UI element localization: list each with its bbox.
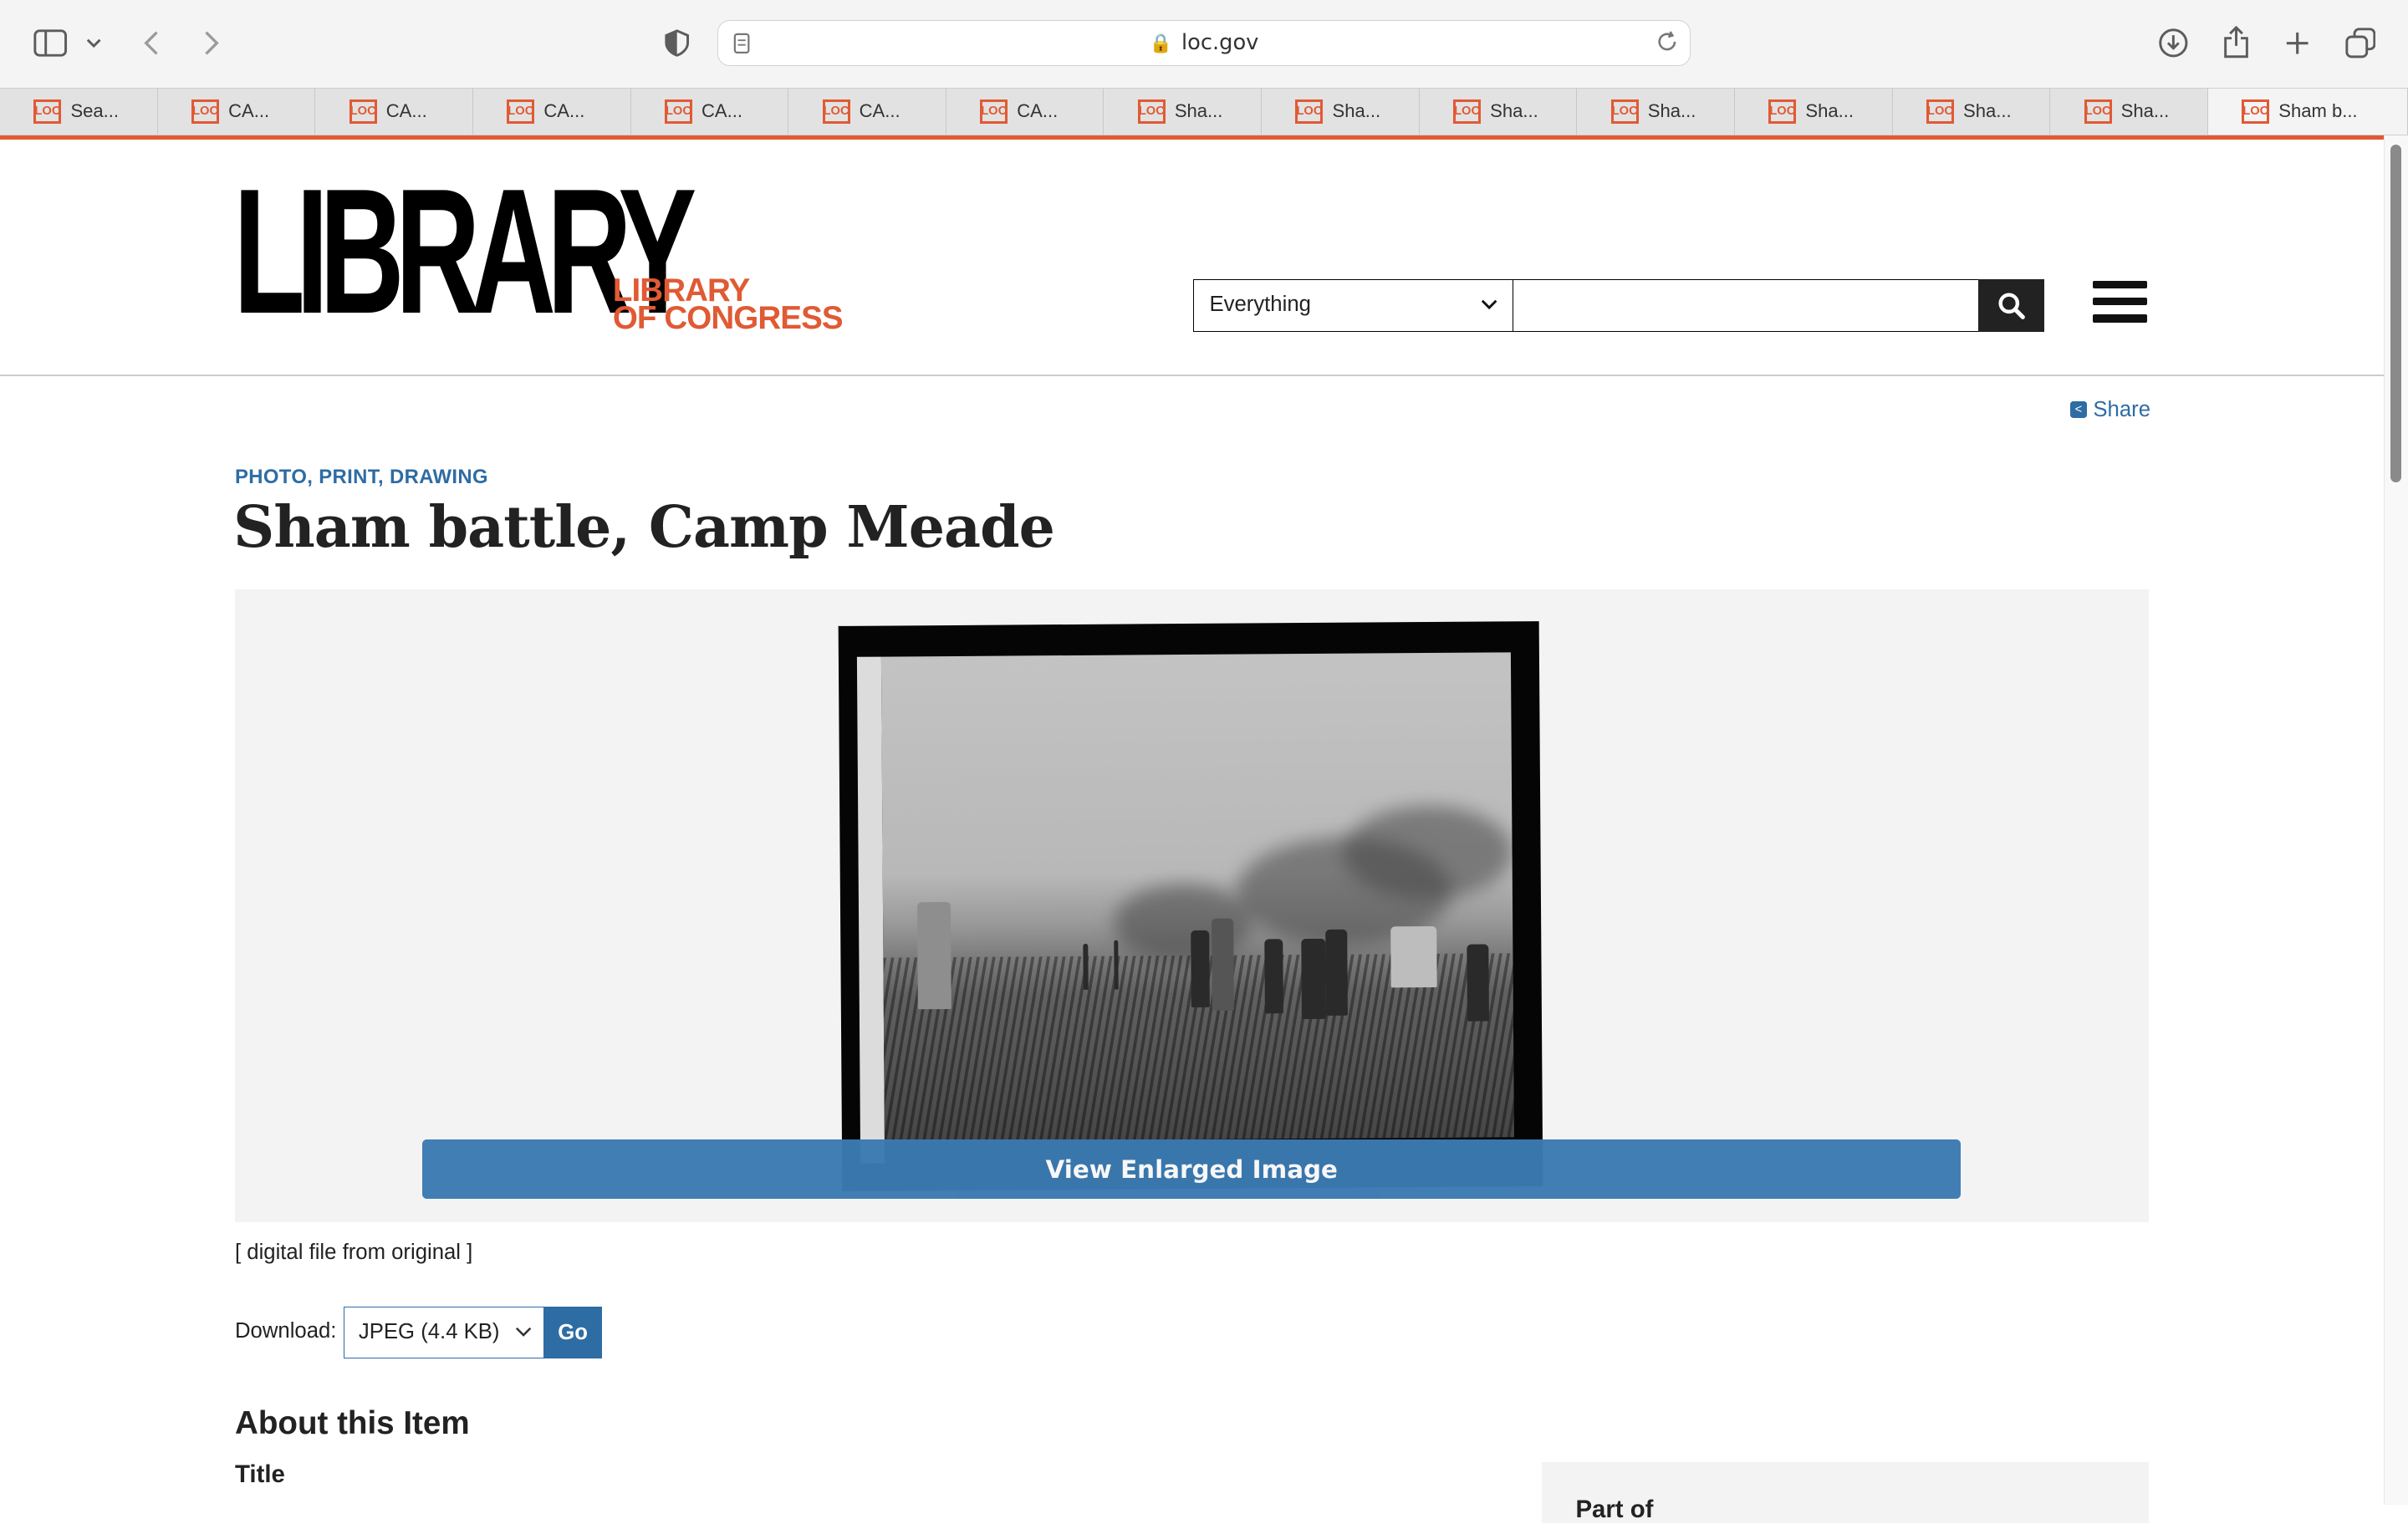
item-photo[interactable] (838, 620, 1543, 1191)
tab-label: Sham b... (2278, 100, 2358, 122)
tab-label: CA... (701, 100, 742, 122)
browser-tab[interactable]: LOC Sha... (1104, 88, 1263, 135)
back-arrow-icon[interactable] (132, 23, 172, 64)
browser-tab[interactable]: LOC CA... (946, 88, 1105, 135)
browser-tab[interactable]: LOC Sha... (1735, 88, 1893, 135)
part-of-heading: Part of (1575, 1495, 1654, 1523)
scrollbar-thumb[interactable] (2390, 144, 2401, 482)
search-input[interactable] (1513, 279, 1980, 332)
download-go-button[interactable]: Go (543, 1307, 602, 1359)
field-label-title: Title (235, 1460, 285, 1488)
negative-edge (856, 655, 885, 1164)
share-link[interactable]: < Share (2069, 397, 2150, 422)
tab-overview-icon[interactable] (2340, 23, 2380, 64)
download-format-select[interactable]: JPEG (4.4 KB) (344, 1307, 545, 1359)
tab-label: Sha... (1174, 100, 1223, 122)
view-enlarged-image-button[interactable]: View Enlarged Image (422, 1139, 1962, 1200)
share-icon: < (2069, 401, 2088, 419)
tab-label: CA... (228, 100, 270, 122)
new-tab-plus-icon[interactable] (2278, 23, 2318, 64)
tab-label: Sha... (1805, 100, 1854, 122)
loc-favicon-icon: LOC (507, 99, 535, 124)
loc-favicon-icon: LOC (1768, 99, 1797, 124)
header-divider (0, 375, 2384, 376)
forward-arrow-icon[interactable] (191, 23, 231, 64)
photo-scene (880, 651, 1515, 1142)
search-button[interactable] (1977, 279, 2044, 332)
tab-label: Sha... (1332, 100, 1381, 122)
search-icon (1998, 293, 2025, 319)
download-selected-option: JPEG (4.4 KB) (358, 1319, 500, 1343)
item-format-link[interactable]: PHOTO, PRINT, DRAWING (235, 466, 488, 489)
browser-tab[interactable]: LOC Sha... (1262, 88, 1420, 135)
download-icon[interactable] (2153, 23, 2193, 64)
tab-label: CA... (1017, 100, 1059, 122)
tab-bar: LOC Sea... LOC CA... LOC CA... LOC CA... LOC CA..… (0, 87, 2408, 135)
loc-favicon-icon: LOC (33, 99, 62, 124)
address-domain: 🔒 loc.gov (718, 30, 1690, 55)
chevron-down-icon (1481, 294, 1497, 316)
browser-tab[interactable]: LOC Sha... (1893, 88, 2051, 135)
browser-tab[interactable]: LOC CA... (158, 88, 316, 135)
loc-favicon-icon: LOC (191, 99, 220, 124)
loc-favicon-icon: LOC (1453, 99, 1482, 124)
privacy-shield-icon[interactable] (657, 23, 697, 64)
loc-favicon-icon: LOC (980, 99, 1008, 124)
reload-icon[interactable] (1656, 30, 1678, 59)
browser-tab[interactable]: LOC Sea... (0, 88, 158, 135)
loc-favicon-icon: LOC (1926, 99, 1954, 124)
browser-tab[interactable]: LOC CA... (473, 88, 631, 135)
tab-label: Sha... (1647, 100, 1696, 122)
tab-label: CA... (543, 100, 585, 122)
chevron-down-icon (515, 1322, 532, 1343)
sidebar-toggle-icon[interactable] (31, 23, 71, 64)
browser-tab[interactable]: LOC Sha... (1420, 88, 1578, 135)
loc-favicon-icon: LOC (1295, 99, 1324, 124)
tab-label: Sha... (1490, 100, 1538, 122)
browser-tab[interactable]: LOC CA... (315, 88, 473, 135)
browser-tab[interactable]: LOC Sham b... (2207, 88, 2408, 135)
share-browser-icon[interactable] (2216, 23, 2256, 64)
browser-tab[interactable]: LOC Sha... (2050, 88, 2208, 135)
browser-toolbar: 🔒 loc.gov (0, 0, 2408, 88)
search-scope-select[interactable]: Everything (1193, 279, 1514, 332)
loc-favicon-icon: LOC (2084, 99, 2112, 124)
wordmark-line-2: OF CONGRESS (612, 299, 844, 336)
about-heading: About this Item (235, 1404, 470, 1441)
page-scrollbar[interactable] (2383, 135, 2408, 1505)
browser-tab[interactable]: LOC CA... (788, 88, 946, 135)
page-title: Sham battle, Camp Meade (233, 494, 1055, 562)
address-bar[interactable]: 🔒 loc.gov (717, 19, 1691, 66)
download-label: Download: (235, 1318, 337, 1343)
accent-line (0, 135, 2384, 140)
tab-label: Sha... (1963, 100, 2012, 122)
scope-selected-value: Everything (1209, 292, 1311, 316)
browser-tab[interactable]: LOC Sha... (1577, 88, 1735, 135)
domain-text: loc.gov (1181, 29, 1259, 55)
tab-label: CA... (859, 100, 900, 122)
tab-label: Sha... (2120, 100, 2170, 122)
loc-favicon-icon: LOC (822, 99, 850, 124)
browser-tab[interactable]: LOC CA... (631, 88, 789, 135)
loc-favicon-icon: LOC (1137, 99, 1166, 124)
lock-icon: 🔒 (1149, 33, 1172, 54)
image-caption: [ digital file from original ] (235, 1241, 473, 1265)
loc-favicon-icon: LOC (2242, 99, 2270, 124)
loc-favicon-icon: LOC (349, 99, 377, 124)
tab-label: Sea... (70, 100, 120, 122)
chevron-down-icon[interactable] (77, 23, 110, 64)
hamburger-menu-icon[interactable] (2093, 281, 2147, 327)
loc-favicon-icon: LOC (1610, 99, 1639, 124)
tab-label: CA... (385, 100, 427, 122)
loc-wordmark[interactable]: LIBRARY OF CONGRESS (612, 274, 844, 336)
share-label: Share (2093, 397, 2150, 421)
part-of-sidebar: Part of (1542, 1461, 2149, 1523)
loc-favicon-icon: LOC (664, 99, 692, 124)
